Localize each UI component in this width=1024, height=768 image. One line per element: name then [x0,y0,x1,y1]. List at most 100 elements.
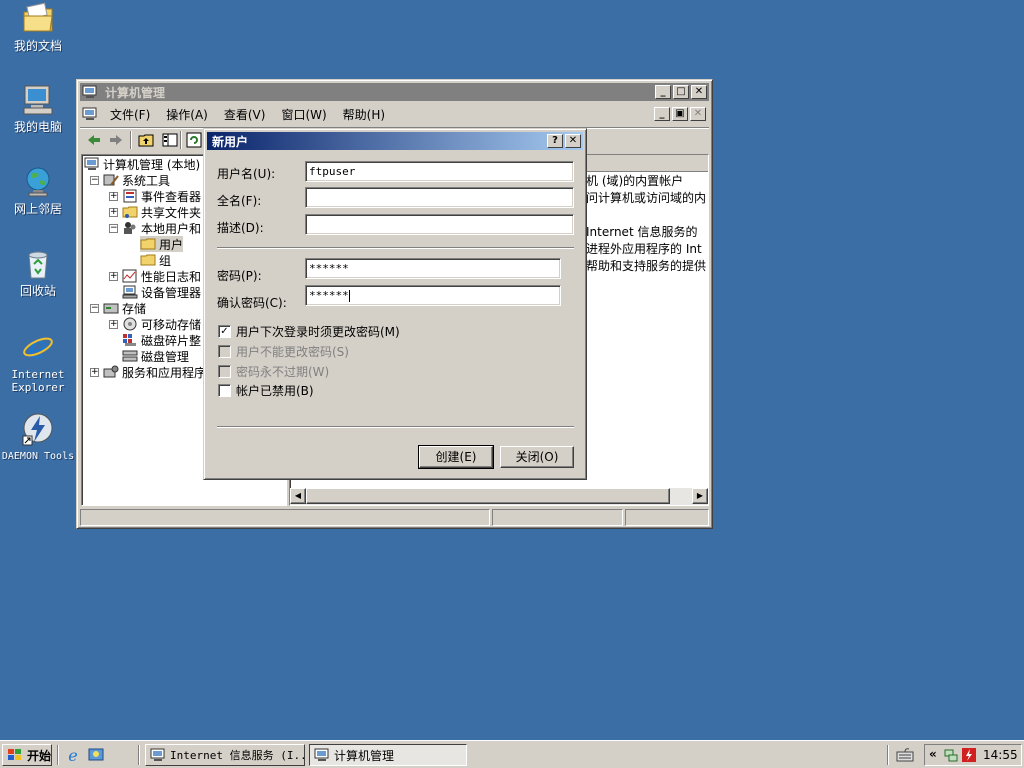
menubar: 文件(F) 操作(A) 查看(V) 窗口(W) 帮助(H) _ ▣ ✕ [80,103,709,125]
desktop-icon-internet-explorer[interactable]: e Internet Explorer [0,328,76,394]
network-connection-icon[interactable] [943,747,959,763]
window-titlebar[interactable]: 计算机管理 _ □ ✕ [80,83,709,101]
forward-arrow-icon[interactable] [108,132,124,148]
daemon-tools-icon [21,412,55,446]
refresh-icon[interactable] [186,132,202,148]
new-user-dialog: 新用户 ? ✕ 用户名(U): ftpuser 全名(F): 描述(D): 密码… [203,128,587,480]
tree-item[interactable]: 计算机管理 (本地) [84,156,200,172]
child-minimize-button[interactable]: _ [654,107,670,121]
system-tray: « 14:55 [924,744,1022,766]
expand-toggle[interactable]: + [109,319,118,329]
checkbox-must-change-password[interactable]: ✓ 用户下次登录时须更改密码(M) [218,323,400,340]
clock[interactable]: 14:55 [983,748,1018,762]
expand-toggle[interactable]: + [109,207,118,217]
desktop-icon-network-places[interactable]: 网上邻居 [0,165,76,216]
show-hide-tree-icon[interactable] [162,132,178,148]
password-input[interactable]: ****** [305,258,561,279]
quicklaunch-ie-icon[interactable]: e [65,746,81,765]
start-button[interactable]: 开始 [2,744,52,766]
tray-separator [887,745,889,765]
child-close-button[interactable]: ✕ [690,107,706,121]
scroll-right-button[interactable]: ▶ [692,488,708,504]
tree-item[interactable]: 设备管理器 [122,284,201,300]
scroll-left-button[interactable]: ◀ [290,488,306,504]
tree-item[interactable]: − 系统工具 [90,172,170,188]
task-computer-management[interactable]: 计算机管理 [309,744,467,766]
dialog-titlebar[interactable]: 新用户 ? ✕ [207,132,583,150]
maximize-button[interactable]: □ [673,85,689,99]
tree-item[interactable]: − 存储 [90,300,146,316]
tree-item[interactable]: + 性能日志和 [109,268,201,284]
desktop-icon-my-computer[interactable]: 我的电脑 [0,83,76,134]
daemon-tools-tray-icon[interactable] [961,747,977,763]
expand-toggle[interactable]: + [90,367,99,377]
username-label: 用户名(U): [217,167,276,181]
tree-item[interactable]: + 共享文件夹 [109,204,201,220]
tree-item-selected[interactable]: 用户 [140,236,184,252]
quicklaunch-separator [57,745,59,765]
menu-window[interactable]: 窗口(W) [273,106,334,123]
folder-icon [140,237,156,251]
create-button[interactable]: 创建(E) [418,445,494,469]
task-label: Internet 信息服务 (I... [170,749,305,762]
menu-view[interactable]: 查看(V) [216,106,274,123]
tree-item-label: 性能日志和 [141,269,202,284]
tree-item-label: 系统工具 [122,173,171,188]
menu-file[interactable]: 文件(F) [102,106,158,123]
menu-action[interactable]: 操作(A) [158,106,216,123]
fullname-input[interactable] [305,187,574,208]
scroll-thumb[interactable] [306,488,670,504]
menu-help[interactable]: 帮助(H) [335,106,393,123]
child-restore-button[interactable]: ▣ [672,107,688,121]
tree-item[interactable]: 磁盘碎片整 [122,332,201,348]
keyboard-icon[interactable] [896,747,914,763]
task-iis-manager[interactable]: Internet 信息服务 (I... [145,744,305,766]
tree-item[interactable]: + 可移动存储 [109,316,201,332]
desktop-icon-daemon-tools[interactable]: DAEMON Tools [0,412,76,463]
quicklaunch-show-desktop-icon[interactable] [88,747,104,763]
network-globe-icon [21,165,55,199]
tree-item[interactable]: − 本地用户和 [109,220,201,236]
tree-item[interactable]: 磁盘管理 [122,348,189,364]
collapse-toggle[interactable]: − [90,303,99,313]
details-row: Internet 信息服务的 [586,225,698,239]
checkbox-cannot-change-password[interactable]: 用户不能更改密码(S) [218,343,349,360]
tree-item[interactable]: + 事件查看器 [109,188,201,204]
folder-icon [21,2,55,36]
checkbox-box[interactable] [218,365,231,378]
username-input[interactable]: ftpuser [305,161,574,182]
checkbox-label: 密码永不过期(W) [236,365,330,379]
expand-toggle[interactable]: + [109,271,118,281]
checkbox-box[interactable] [218,345,231,358]
up-folder-icon[interactable] [138,132,154,148]
tree-item[interactable]: + 服务和应用程序 [90,364,206,380]
defragmenter-icon [122,333,138,347]
close-button[interactable]: ✕ [691,85,707,99]
mmc-doc-icon[interactable] [82,106,98,122]
minimize-button[interactable]: _ [655,85,671,99]
close-dialog-button[interactable]: 关闭(O) [500,446,574,468]
horizontal-scrollbar[interactable]: ◀ ▶ [290,488,708,505]
collapse-toggle[interactable]: − [90,175,99,185]
expand-toggle[interactable]: + [109,191,118,201]
task-label: 计算机管理 [334,748,395,763]
checkbox-box[interactable] [218,384,231,397]
back-arrow-icon[interactable] [86,132,102,148]
checkbox-account-disabled[interactable]: 帐户已禁用(B) [218,382,314,399]
confirm-password-input[interactable]: ****** [305,285,561,306]
checkbox-box[interactable]: ✓ [218,325,231,338]
description-input[interactable] [305,214,574,235]
tree-item[interactable]: 组 [140,252,171,268]
desktop-icon-recycle-bin[interactable]: 回收站 [0,247,76,298]
help-button[interactable]: ? [547,134,563,148]
desktop-icon-my-documents[interactable]: 我的文档 [0,2,76,53]
tree-item-label: 设备管理器 [141,285,202,300]
tray-expand-chevron[interactable]: « [929,747,937,761]
checkbox-password-never-expires[interactable]: 密码永不过期(W) [218,363,329,380]
collapse-toggle[interactable]: − [109,223,118,233]
dialog-close-button[interactable]: ✕ [565,134,581,148]
tree-item-label: 共享文件夹 [141,205,202,220]
svg-text:e: e [68,747,77,763]
svg-text:e: e [29,330,48,364]
removable-storage-icon [122,317,138,331]
